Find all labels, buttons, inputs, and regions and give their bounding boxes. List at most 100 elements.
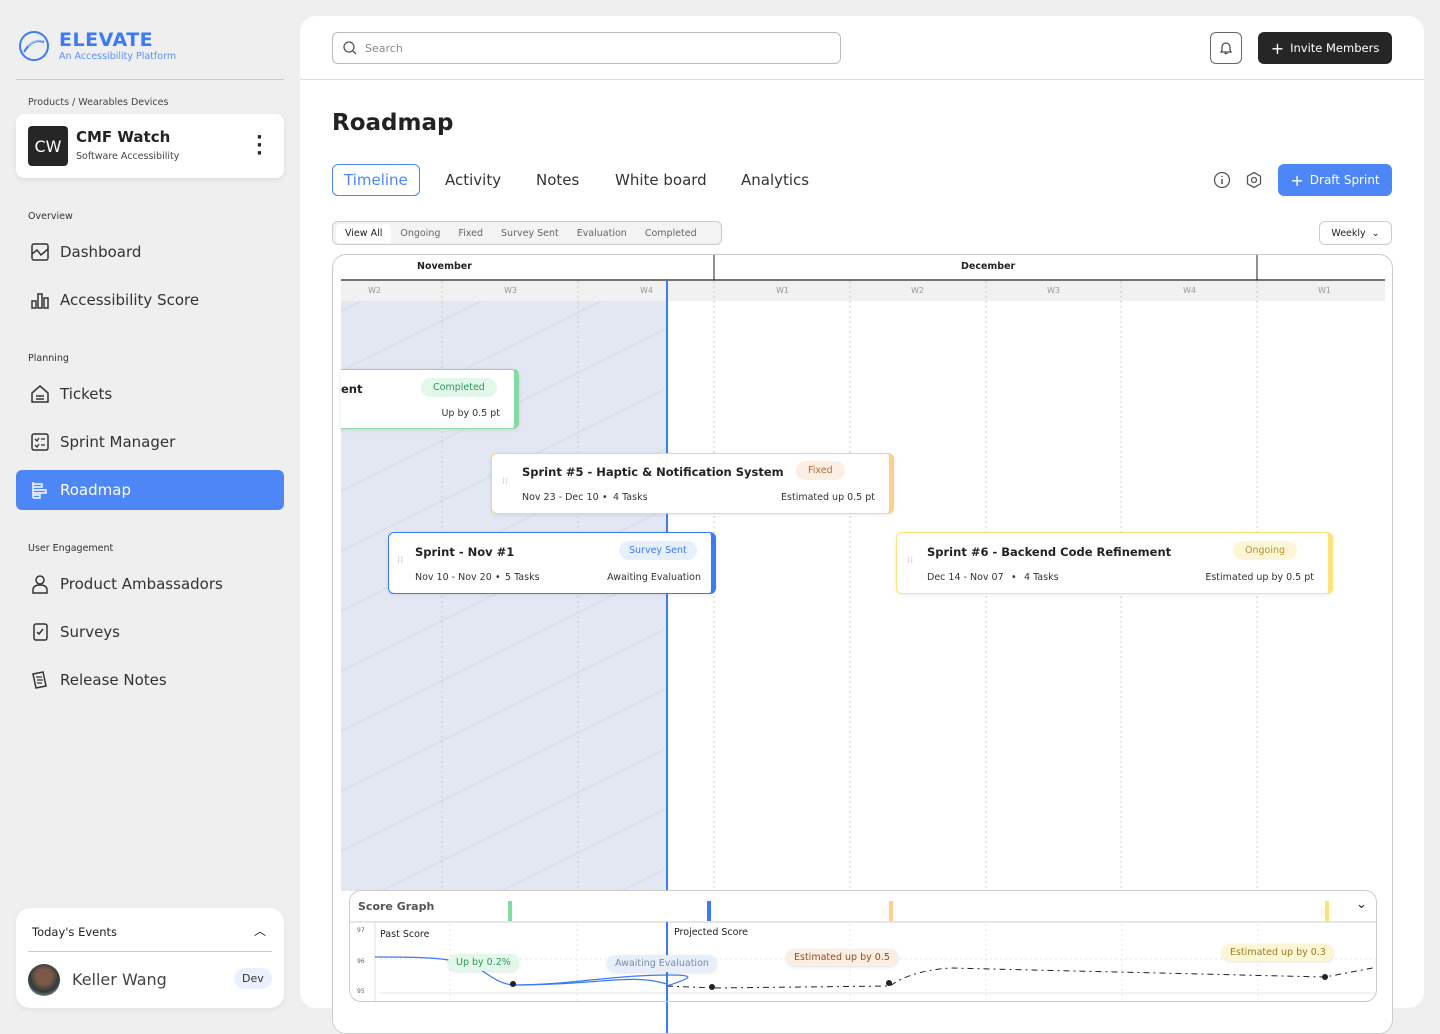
- sidebar-item-release-notes[interactable]: Release Notes: [16, 660, 284, 700]
- plus-icon: +: [1290, 170, 1304, 190]
- section-planning: Planning: [28, 353, 69, 364]
- drag-handle-icon[interactable]: ⁞⁞: [397, 555, 403, 566]
- sprint-tasks-dot: •: [495, 572, 501, 583]
- sprint-note: Awaiting Evaluation: [607, 572, 701, 583]
- week-label: W4: [1183, 286, 1196, 295]
- sprint-card[interactable]: ⁞⁞ Sprint #6 - Backend Code Refinement O…: [896, 532, 1333, 594]
- product-card[interactable]: CW CMF Watch Software Accessibility · · ·: [16, 114, 284, 178]
- bell-icon: [1220, 42, 1232, 55]
- week-label: W1: [1318, 286, 1331, 295]
- avatar: [28, 964, 60, 996]
- release-notes-icon: [32, 671, 47, 689]
- search-placeholder: Search: [365, 41, 403, 55]
- drag-handle-icon[interactable]: ⁞⁞: [502, 476, 508, 487]
- annotation-estimated: Estimated up by 0.5: [786, 949, 898, 966]
- y-tick: 95: [357, 988, 365, 995]
- invite-members-button[interactable]: + Invite Members: [1258, 32, 1392, 64]
- brand-tagline: An Accessibility Platform: [59, 51, 177, 62]
- survey-icon: [33, 623, 48, 641]
- filter-view-all[interactable]: View All: [336, 223, 392, 243]
- section-overview: Overview: [28, 211, 73, 222]
- status-badge: Fixed: [796, 461, 845, 480]
- user-icon: [32, 575, 48, 594]
- view-select-value: Weekly: [1331, 227, 1366, 239]
- notifications-button[interactable]: [1210, 32, 1242, 64]
- sprint-tasks-dot: •: [602, 492, 608, 503]
- marker-completed: [508, 901, 512, 921]
- brand-name: ELEVATE: [59, 29, 154, 51]
- dashboard-icon: [31, 243, 49, 261]
- filter-ongoing[interactable]: Ongoing: [391, 224, 449, 243]
- status-badge: Ongoing: [1233, 541, 1298, 560]
- week-label: W2: [368, 286, 381, 295]
- annotation-awaiting: Awaiting Evaluation: [607, 955, 717, 972]
- sidebar-item-sprint-manager[interactable]: Sprint Manager: [16, 422, 284, 462]
- sidebar-item-label: Sprint Manager: [60, 433, 176, 451]
- sprint-dates: Nov 23 - Dec 10: [522, 492, 599, 503]
- y-tick: 97: [357, 927, 365, 934]
- sidebar-item-roadmap[interactable]: Roadmap: [16, 470, 284, 510]
- status-badge: Survey Sent: [619, 541, 697, 560]
- tab-notes[interactable]: Notes: [536, 164, 579, 196]
- annotation-estimated: Estimated up by 0.3: [1222, 944, 1334, 961]
- sprint-card[interactable]: ⁞⁞ Sprint - Nov #1 Survey Sent Nov 10 - …: [388, 532, 716, 594]
- tab-activity[interactable]: Activity: [445, 164, 501, 196]
- month-november: November: [417, 261, 472, 272]
- sidebar-item-product-ambassadors[interactable]: Product Ambassadors: [16, 564, 284, 604]
- sprint-note: Estimated up by 0.5 pt: [1205, 572, 1314, 583]
- sidebar-item-surveys[interactable]: Surveys: [16, 612, 284, 652]
- status-badge: Completed: [421, 378, 497, 397]
- sidebar-item-label: Tickets: [60, 385, 113, 403]
- month-december: December: [961, 261, 1016, 272]
- sidebar-item-label: Roadmap: [60, 481, 131, 499]
- sprint-card[interactable]: ⁞⁞ Sprint #5 - Haptic & Notification Sys…: [491, 453, 894, 514]
- week-label: W3: [504, 286, 517, 295]
- info-icon[interactable]: [1213, 171, 1231, 189]
- event-person: Keller Wang: [72, 970, 167, 989]
- sidebar-item-tickets[interactable]: Tickets: [16, 374, 284, 414]
- bar-chart-icon: [31, 293, 49, 309]
- chevron-down-icon: ⌄: [1371, 227, 1380, 239]
- tab-analytics[interactable]: Analytics: [741, 164, 809, 196]
- sidebar-item-dashboard[interactable]: Dashboard: [16, 232, 284, 272]
- more-options-icon[interactable]: · · ·: [256, 129, 263, 163]
- sprint-title: Sprint #6 - Backend Code Refinement: [927, 545, 1172, 559]
- plus-icon: +: [1270, 38, 1285, 58]
- filter-completed[interactable]: Completed: [636, 224, 706, 243]
- past-score-label: Past Score: [380, 929, 430, 940]
- events-title: Today's Events: [32, 925, 118, 939]
- tab-timeline[interactable]: Timeline: [332, 164, 420, 196]
- week-label: W1: [776, 286, 789, 295]
- filter-fixed[interactable]: Fixed: [449, 224, 492, 243]
- sprint-note: Up by 0.5 pt: [441, 408, 500, 419]
- filter-evaluation[interactable]: Evaluation: [568, 224, 636, 243]
- settings-icon[interactable]: [1245, 171, 1263, 189]
- sidebar-item-label: Surveys: [60, 623, 120, 641]
- invite-label: Invite Members: [1290, 41, 1380, 55]
- sidebar-item-label: Accessibility Score: [60, 291, 200, 309]
- sprint-card[interactable]: ent Completed Up by 0.5 pt: [341, 369, 519, 429]
- search-input[interactable]: Search: [332, 32, 841, 64]
- page-title: Roadmap: [332, 110, 454, 136]
- draft-sprint-button[interactable]: + Draft Sprint: [1278, 164, 1392, 196]
- drag-handle-icon[interactable]: ⁞⁞: [907, 555, 913, 566]
- y-tick: 96: [357, 958, 365, 965]
- score-graph-title: Score Graph: [358, 900, 435, 913]
- marker-survey: [707, 901, 711, 921]
- product-name: CMF Watch: [76, 128, 171, 146]
- week-label: W4: [640, 286, 653, 295]
- chevron-down-icon[interactable]: ⌄: [1356, 897, 1367, 912]
- tab-white-board[interactable]: White board: [615, 164, 707, 196]
- breadcrumb[interactable]: Products / Wearables Devices: [28, 97, 168, 108]
- sidebar-item-label: Release Notes: [60, 671, 167, 689]
- chevron-up-icon[interactable]: ︿: [254, 922, 266, 939]
- sidebar-item-accessibility-score[interactable]: Accessibility Score: [16, 280, 284, 320]
- sidebar-item-label: Product Ambassadors: [60, 575, 223, 593]
- projected-score-label: Projected Score: [674, 927, 749, 938]
- roadmap-icon: [32, 482, 47, 499]
- sprint-title: ent: [341, 382, 363, 396]
- status-filter: View All Ongoing Fixed Survey Sent Evalu…: [332, 221, 722, 245]
- view-select[interactable]: Weekly ⌄: [1319, 221, 1392, 245]
- sprint-tasks: 5 Tasks: [505, 572, 540, 583]
- filter-survey-sent[interactable]: Survey Sent: [492, 224, 568, 243]
